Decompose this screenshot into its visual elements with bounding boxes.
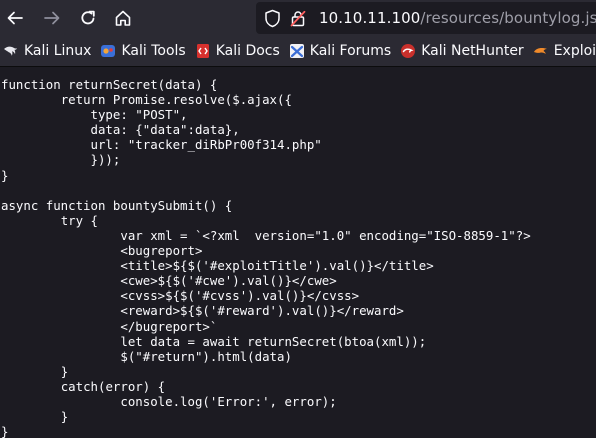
code-line: } [1,363,69,379]
code-line: async function bountySubmit() { [1,197,233,213]
url-text[interactable]: 10.10.11.100/resources/bountylog.js [319,9,596,27]
exploit-db-icon [533,43,549,59]
reload-button[interactable] [73,3,103,33]
code-line: </bugreport>` [1,318,218,334]
arrow-left-icon [7,11,23,25]
code-line: return Promise.resolve($.ajax({ [1,92,292,108]
code-line: console.log('Error:', error); [1,393,337,409]
bookmark-label: Kali Linux [24,43,92,59]
reload-icon [81,10,95,25]
back-button[interactable] [0,3,30,33]
arrow-right-icon [44,11,60,25]
code-line: <cwe>${$('#cwe').val()}</cwe> [1,273,337,289]
kali-tools-icon [100,43,116,59]
code-line: } [1,409,69,425]
url-host: 10.10.11.100 [319,9,421,27]
kali-docs-icon [195,43,211,59]
insecure-lock-icon[interactable] [290,10,306,27]
bookmark-label: Kali Docs [215,43,280,59]
bookmark-kali-forums[interactable]: Kali Forums [285,39,396,63]
code-line: <cvss>${$('#cvss').val()}</cvss> [1,288,360,304]
code-line: } [1,167,9,183]
page-content: function returnSecret(data) { return Pro… [0,68,596,438]
home-icon [115,10,131,26]
source-code: function returnSecret(data) { return Pro… [1,77,531,438]
bookmark-kali-nethunter[interactable]: Kali NetHunter [396,39,528,63]
code-line: try { [1,212,98,228]
address-bar[interactable]: 10.10.11.100/resources/bountylog.js [256,2,596,34]
code-line: let data = await returnSecret(btoa(xml))… [1,333,427,349]
forward-button[interactable] [37,3,67,33]
code-line: <reward>${$('#reward').val()}</reward> [1,303,404,319]
bookmark-label: Exploit- [553,43,596,59]
code-line: function returnSecret(data) { [1,77,218,92]
bookmark-kali-tools[interactable]: Kali Tools [96,39,190,63]
code-line: var xml = `<?xml version="1.0" encoding=… [1,227,531,243]
bookmark-kali-linux[interactable]: Kali Linux [0,39,96,63]
kali-forums-icon [289,43,305,59]
bookmark-label: Kali Forums [309,43,392,59]
code-line: catch(error) { [1,378,166,394]
code-line: })); [1,152,121,168]
code-line: $("#return").html(data) [1,348,292,364]
kali-dragon-icon [3,43,19,59]
bookmarks-toolbar: Kali Linux Kali Tools Kali Docs Kali For… [0,36,596,67]
code-line: } [1,424,9,438]
home-button[interactable] [108,3,138,33]
code-line: <bugreport> [1,243,203,259]
code-line: url: "tracker_diRbPr00f314.php" [1,137,322,153]
bookmark-label: Kali NetHunter [421,43,524,59]
bookmark-label: Kali Tools [121,43,186,59]
code-line: <title>${$('#exploitTitle').val()}</titl… [1,258,434,274]
kali-nethunter-icon [400,43,416,59]
navigation-toolbar: 10.10.11.100/resources/bountylog.js [0,0,596,36]
code-line: data: {"data":data}, [1,122,240,138]
bookmark-exploit-db[interactable]: Exploit- [529,39,596,63]
code-line: type: "POST", [1,107,188,123]
tracking-protection-shield-icon[interactable] [264,9,281,28]
url-path: /resources/bountylog.js [420,9,596,27]
bookmark-kali-docs[interactable]: Kali Docs [191,39,285,63]
